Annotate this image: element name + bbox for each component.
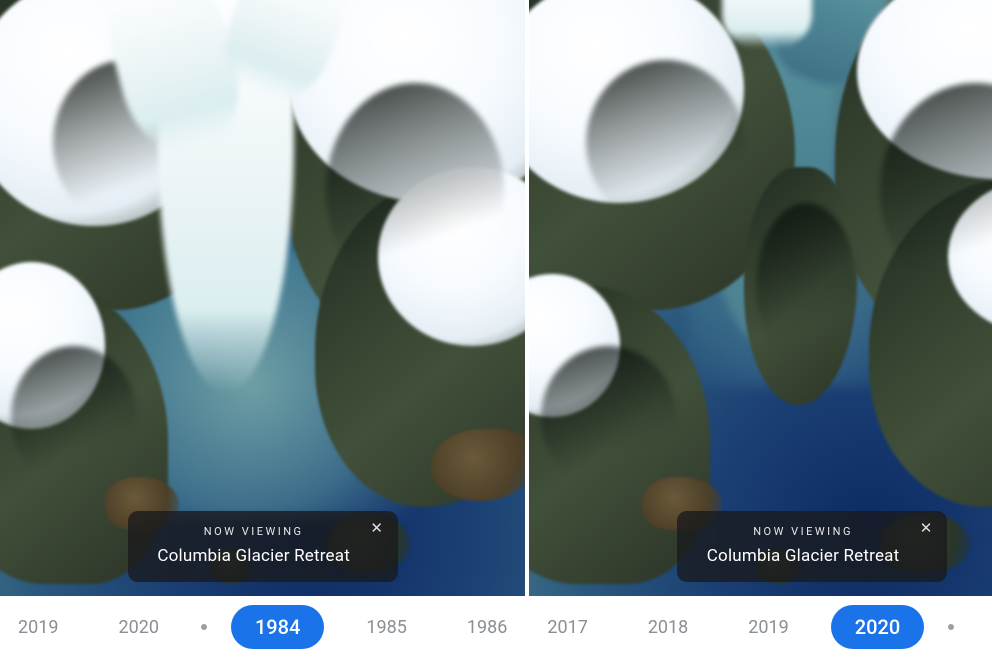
timeline-year[interactable]: 1986: [449, 609, 525, 646]
satellite-imagery: [529, 0, 992, 596]
badge-eyebrow: NOW VIEWING: [154, 525, 354, 538]
badge-title: Columbia Glacier Retreat: [703, 546, 903, 566]
close-icon[interactable]: ✕: [368, 519, 386, 537]
comparison-container: ✕ NOW VIEWING Columbia Glacier Retreat 2…: [0, 0, 992, 658]
timeline-year[interactable]: 2019: [730, 609, 806, 646]
timeline-year[interactable]: 1984: [978, 609, 992, 646]
badge-title: Columbia Glacier Retreat: [154, 546, 354, 566]
timeline-separator-dot: [201, 624, 207, 630]
timeline-year-active[interactable]: 2020: [831, 605, 924, 649]
timeline-year[interactable]: 1985: [348, 609, 424, 646]
year-timeline-left[interactable]: 2019 2020 1984 1985 1986: [0, 596, 525, 658]
now-viewing-badge: ✕ NOW VIEWING Columbia Glacier Retreat: [677, 511, 947, 582]
badge-eyebrow: NOW VIEWING: [703, 525, 903, 538]
timeline-year-active[interactable]: 1984: [231, 605, 324, 649]
timeline-year[interactable]: 2017: [529, 609, 605, 646]
satellite-view-2020[interactable]: ✕ NOW VIEWING Columbia Glacier Retreat: [529, 0, 992, 596]
timeline-year[interactable]: 2019: [0, 609, 76, 646]
panel-right: ✕ NOW VIEWING Columbia Glacier Retreat 2…: [529, 0, 992, 658]
panel-left: ✕ NOW VIEWING Columbia Glacier Retreat 2…: [0, 0, 525, 658]
satellite-imagery: [0, 0, 525, 596]
timeline-separator-dot: [948, 624, 954, 630]
satellite-view-1984[interactable]: ✕ NOW VIEWING Columbia Glacier Retreat: [0, 0, 525, 596]
close-icon[interactable]: ✕: [917, 519, 935, 537]
now-viewing-badge: ✕ NOW VIEWING Columbia Glacier Retreat: [128, 511, 398, 582]
timeline-year[interactable]: 2020: [100, 609, 176, 646]
timeline-year[interactable]: 2018: [630, 609, 706, 646]
year-timeline-right[interactable]: 2017 2018 2019 2020 1984 1: [529, 596, 992, 658]
